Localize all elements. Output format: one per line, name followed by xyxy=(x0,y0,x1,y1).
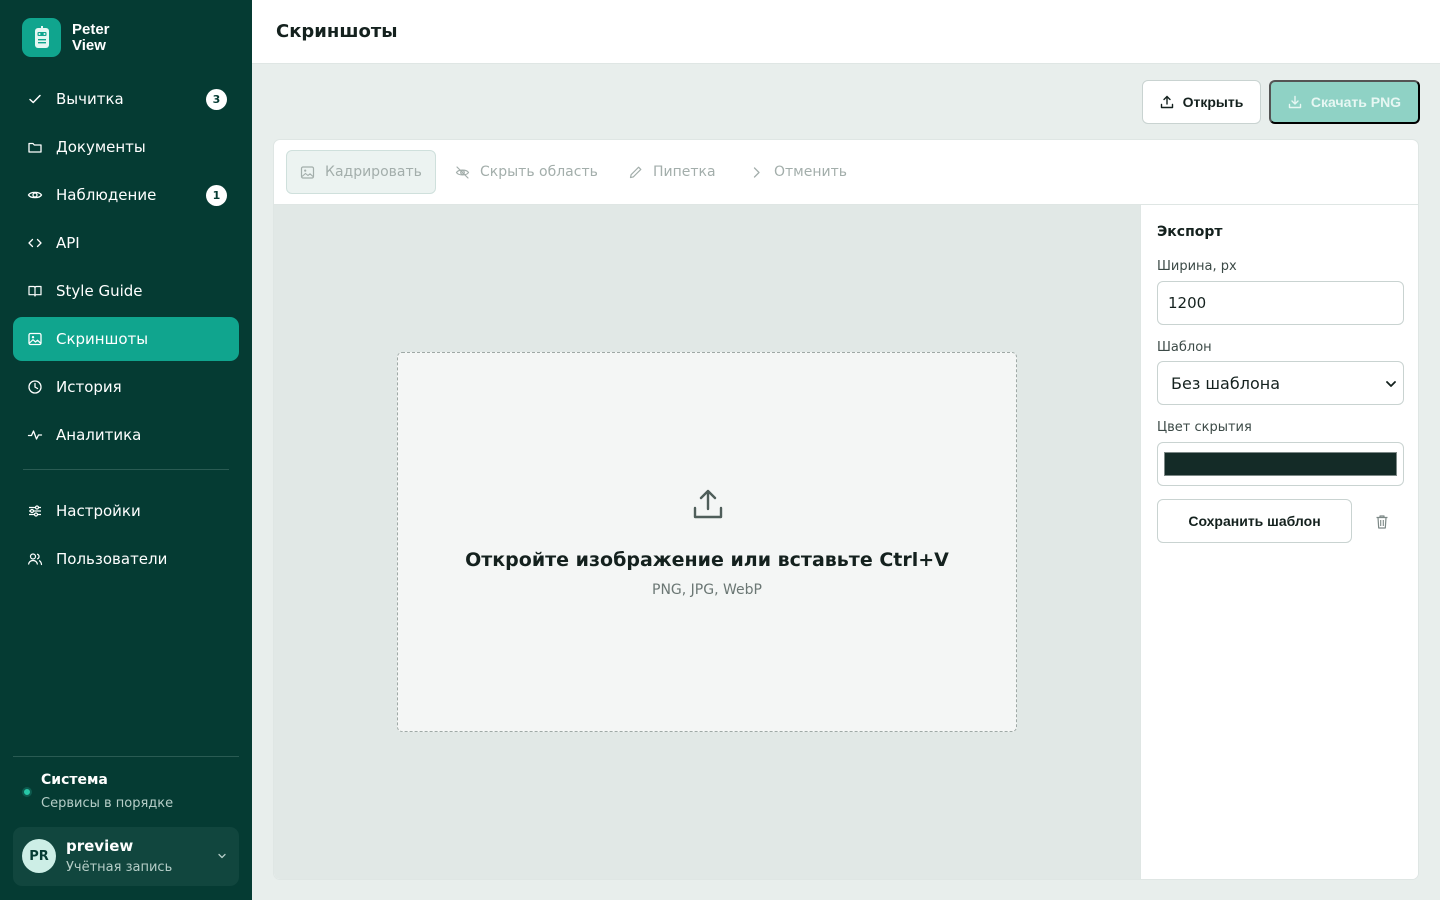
open-button[interactable]: Открыть xyxy=(1142,80,1261,124)
chevron-right-icon xyxy=(753,166,760,178)
sidebar-item-label: История xyxy=(56,378,122,396)
status-dot-icon xyxy=(22,787,32,797)
sidebar-item-history[interactable]: История xyxy=(13,365,239,409)
color-label: Цвет скрытия xyxy=(1157,420,1252,435)
width-input[interactable] xyxy=(1157,281,1404,325)
sidebar-item-label: Наблюдение xyxy=(56,186,157,204)
upload-icon xyxy=(1160,95,1173,109)
sidebar-item-monitoring[interactable]: Наблюдение 1 xyxy=(13,173,239,217)
download-icon xyxy=(1288,95,1302,109)
chevron-down-icon xyxy=(1386,381,1396,387)
undo-button-label: Отменить xyxy=(774,164,848,180)
system-title: Система xyxy=(41,772,108,788)
sidebar-item-api[interactable]: API xyxy=(13,221,239,265)
page-title: Скриншоты xyxy=(276,21,398,42)
hide-area-tool[interactable]: Скрыть область xyxy=(455,150,598,194)
open-button-label: Открыть xyxy=(1182,94,1244,110)
color-swatch xyxy=(1164,452,1397,476)
download-png-button[interactable]: Скачать PNG xyxy=(1269,80,1420,124)
clock-icon xyxy=(26,379,43,396)
editor-toolbar: Кадрировать Скрыть область Пипетка Отмен… xyxy=(274,140,1418,205)
brand-name-line2: View xyxy=(72,36,106,54)
upload-icon xyxy=(693,489,723,519)
top-bar: Скриншоты xyxy=(252,0,1440,64)
eye-icon xyxy=(26,187,43,204)
account-name: preview xyxy=(66,837,134,855)
folder-icon xyxy=(26,139,43,156)
dropzone-formats: PNG, JPG, WebP xyxy=(652,582,762,598)
sidebar-item-style-guide[interactable]: Style Guide xyxy=(13,269,239,313)
save-template-label: Сохранить шаблон xyxy=(1188,513,1321,529)
sidebar-item-label: Аналитика xyxy=(56,426,142,444)
screenshot-editor: Кадрировать Скрыть область Пипетка Отмен… xyxy=(273,139,1419,880)
eye-off-icon xyxy=(455,165,470,179)
book-icon xyxy=(26,283,43,300)
template-select-value: Без шаблона xyxy=(1171,373,1281,393)
image-dropzone[interactable]: Откройте изображение или вставьте Ctrl+V… xyxy=(397,352,1017,732)
pencil-icon xyxy=(629,166,642,178)
sliders-icon xyxy=(26,503,43,520)
sidebar-item-settings[interactable]: Настройки xyxy=(13,489,239,533)
color-picker[interactable] xyxy=(1157,442,1404,486)
sidebar-item-screenshots[interactable]: Скриншоты xyxy=(13,317,239,361)
eyedropper-tool-label: Пипетка xyxy=(653,164,716,180)
sidebar-bottom-divider xyxy=(13,756,239,757)
template-label: Шаблон xyxy=(1157,340,1212,355)
save-template-button[interactable]: Сохранить шаблон xyxy=(1157,499,1352,543)
count-badge: 1 xyxy=(206,185,227,206)
sidebar-item-label: API xyxy=(56,234,80,252)
hide-area-tool-label: Скрыть область xyxy=(480,164,598,180)
nav-divider xyxy=(23,469,229,470)
users-icon xyxy=(26,551,43,568)
sidebar-item-label: Скриншоты xyxy=(56,330,149,348)
sidebar-item-label: Вычитка xyxy=(56,90,124,108)
avatar: PR xyxy=(22,839,56,873)
crop-tool[interactable]: Кадрировать xyxy=(286,150,436,194)
crop-tool-label: Кадрировать xyxy=(325,164,422,180)
trash-icon[interactable] xyxy=(1375,514,1389,530)
export-title: Экспорт xyxy=(1157,224,1223,240)
sidebar-item-label: Документы xyxy=(56,138,146,156)
sidebar-item-label: Пользователи xyxy=(56,550,168,568)
system-status-text: Сервисы в порядке xyxy=(41,796,174,811)
width-label: Ширина, px xyxy=(1157,259,1237,274)
sidebar-item-users[interactable]: Пользователи xyxy=(13,537,239,581)
brand-name: Peter View xyxy=(72,20,110,54)
sidebar-item-review[interactable]: Вычитка 3 xyxy=(13,77,239,121)
brand-name-line1: Peter xyxy=(72,20,110,38)
account-menu[interactable]: PR preview Учётная запись xyxy=(13,827,239,886)
image-icon xyxy=(300,165,315,179)
account-subtitle: Учётная запись xyxy=(66,860,173,875)
download-button-label: Скачать PNG xyxy=(1310,94,1402,110)
eyedropper-tool[interactable]: Пипетка xyxy=(628,150,716,194)
template-select[interactable]: Без шаблона xyxy=(1157,361,1404,405)
undo-button[interactable]: Отменить xyxy=(749,150,847,194)
image-icon xyxy=(26,331,43,348)
export-panel: Экспорт Ширина, px Шаблон Без шаблона Цв… xyxy=(1140,205,1418,879)
sidebar-item-label: Настройки xyxy=(56,502,141,520)
sidebar-item-analytics[interactable]: Аналитика xyxy=(13,413,239,457)
code-icon xyxy=(26,235,43,252)
robot-face-icon xyxy=(22,18,61,57)
sidebar-item-documents[interactable]: Документы xyxy=(13,125,239,169)
count-badge: 3 xyxy=(206,89,227,110)
chevron-down-icon xyxy=(218,853,226,859)
check-icon xyxy=(26,91,43,108)
dropzone-title: Откройте изображение или вставьте Ctrl+V xyxy=(465,549,949,571)
brand[interactable]: Peter View xyxy=(22,18,110,57)
canvas-area: Откройте изображение или вставьте Ctrl+V… xyxy=(274,205,1140,879)
sidebar: Peter View Вычитка 3 Документы Наблюдени… xyxy=(0,0,252,900)
activity-icon xyxy=(26,427,43,444)
sidebar-item-label: Style Guide xyxy=(56,282,143,300)
